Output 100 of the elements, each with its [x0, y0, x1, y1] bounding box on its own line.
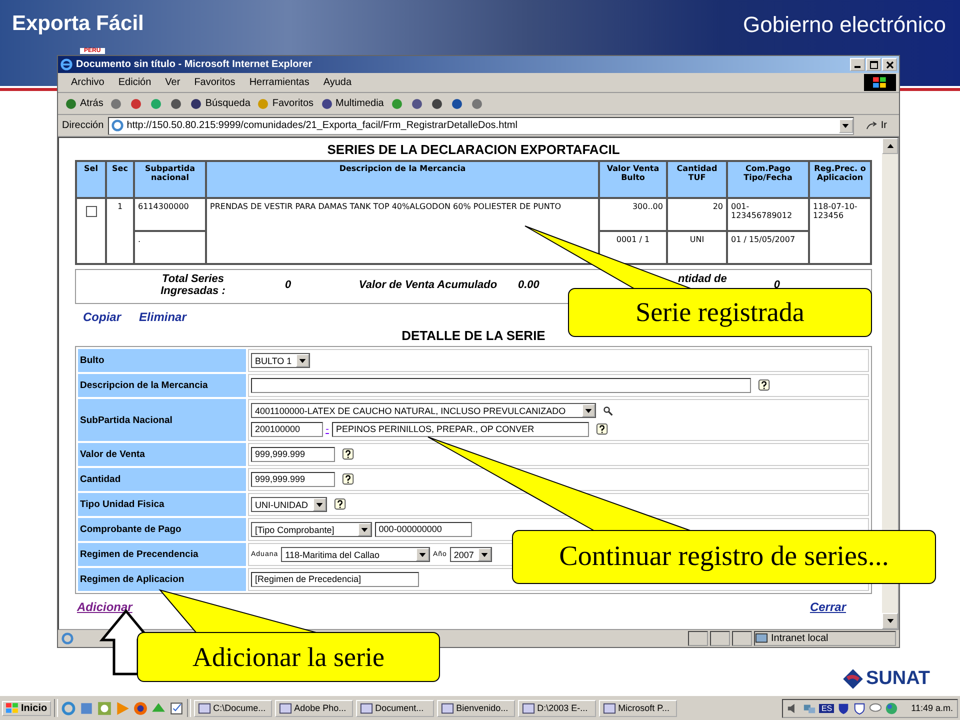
help-icon[interactable] [342, 473, 356, 486]
callout: Adicionar la serie [137, 632, 440, 682]
toolbar-button[interactable]: Favoritos [256, 96, 314, 110]
toolbar-button[interactable]: Búsqueda [189, 96, 250, 110]
select-field[interactable]: 4001100000-LATEX DE CAUCHO NATURAL, INCLUSO PREVULCANIZADO [251, 403, 596, 418]
taskbar-button[interactable]: C:\Docume... [194, 700, 272, 716]
column-header: Valor Venta Bulto [600, 162, 666, 197]
select-field[interactable]: UNI-UNIDAD [251, 497, 327, 512]
table-cell: 01 / 15/05/2007 [728, 232, 808, 263]
column-header: Reg.Prec. o Aplicacion [810, 162, 870, 197]
menu-item[interactable]: Herramientas [242, 77, 316, 88]
maximize-button[interactable] [866, 58, 881, 71]
table-cell: 300..00 [600, 199, 666, 230]
clock: 11:49 a.m. [911, 703, 953, 713]
scroll-down-icon[interactable] [886, 619, 894, 623]
input-field[interactable]: 999,999.999 [251, 447, 336, 462]
browser-icon [60, 58, 73, 71]
input-field[interactable]: 000-000000000 [374, 522, 472, 537]
menu-item[interactable]: Ayuda [316, 77, 359, 88]
quick-launch-icon[interactable] [133, 700, 148, 716]
menu-item[interactable]: Favoritos [187, 77, 242, 88]
taskbar-button[interactable]: Adobe Pho... [275, 700, 354, 716]
total-label: Total Series Ingresadas : [160, 273, 226, 298]
input-field[interactable]: 200100000 [251, 422, 323, 437]
quick-launch-icon[interactable] [169, 700, 184, 716]
minimize-icon [854, 66, 861, 68]
column-header: Cantidad TUF [668, 162, 726, 197]
column-header: Descripcion de la Mercancia [207, 162, 598, 197]
lookup-link[interactable]: - [326, 424, 329, 435]
taskbar-button[interactable]: D:\2003 E-... [518, 700, 596, 716]
table-cell: 1 [107, 199, 133, 263]
field-label: SubPartida Nacional [78, 399, 246, 441]
address-field[interactable]: http://150.50.80.215:9999/comunidades/21_Exporta_facil/Frm_RegistrarDetalleDos.html [108, 116, 854, 134]
total-label: ntidad de [678, 273, 727, 286]
window-icon [198, 702, 212, 714]
start-button[interactable]: Inicio [2, 700, 52, 716]
caret-icon [299, 358, 306, 362]
section-heading: DETALLE DE LA SERIE [400, 328, 546, 343]
select-field[interactable]: 118-Maritima del Callao [281, 547, 430, 562]
table-cell: PRENDAS DE VESTIR PARA DAMAS TANK TOP 40%ALGODON 60% POLIESTER DE PUNTO [207, 199, 598, 263]
table-cell: UNI [668, 232, 726, 263]
chat-bubble-icon[interactable] [869, 702, 882, 714]
field-label: Descripcion de la Mercancia [78, 374, 246, 397]
help-icon[interactable] [596, 423, 610, 436]
callout: Serie registrada [568, 288, 872, 337]
close-button[interactable] [882, 58, 897, 71]
select-field[interactable]: BULTO 1 [251, 353, 310, 368]
column-header: Sel [77, 162, 105, 197]
globe-icon[interactable] [885, 702, 898, 714]
menu-item[interactable]: Ver [158, 77, 188, 88]
computer-icon [755, 632, 768, 645]
table-cell: 20 [668, 199, 726, 230]
window-icon [279, 702, 292, 714]
action-link[interactable]: Adicionar [77, 600, 132, 614]
slide-title: Exporta Fácil [12, 12, 144, 36]
window-title: Documento sin título - Microsoft Internet Explorer [76, 59, 314, 70]
go-button[interactable]: Ir [858, 120, 895, 131]
taskbar-button[interactable]: Microsoft P... [599, 700, 678, 716]
page-icon [110, 119, 124, 132]
input-field[interactable]: [Regimen de Precedencia] [251, 572, 419, 587]
select-field[interactable]: 2007 [450, 547, 492, 562]
shield-icon[interactable] [853, 702, 866, 714]
input-field[interactable] [251, 378, 751, 393]
caret-icon [316, 502, 323, 506]
scroll-up-icon[interactable] [886, 144, 894, 148]
help-icon[interactable] [334, 498, 347, 511]
field-label: Regimen de Precendencia [78, 543, 246, 566]
total-value: 0.00 [518, 278, 540, 291]
toolbar-button[interactable]: Atrás [64, 96, 104, 110]
dropdown-button[interactable] [838, 118, 853, 132]
address-label: Dirección [62, 120, 104, 131]
help-icon[interactable] [342, 448, 356, 461]
language-indicator[interactable]: ES [819, 704, 834, 712]
menu-item[interactable]: Edición [111, 77, 158, 88]
total-value: 0 [772, 278, 781, 291]
select-field[interactable]: [Tipo Comprobante] [251, 522, 372, 537]
taskbar-button[interactable]: Bienvenido... [437, 700, 516, 716]
field-label: Bulto [78, 349, 246, 372]
caret-icon [481, 552, 488, 556]
field-label: Cantidad [78, 468, 246, 491]
window-icon [603, 702, 616, 714]
field-label: Regimen de Aplicacion [78, 568, 246, 591]
menu-item[interactable]: Archivo [64, 77, 112, 88]
caret-icon [584, 408, 592, 412]
shield-icon[interactable] [837, 702, 850, 714]
input-field[interactable]: 999,999.999 [251, 472, 336, 487]
table-cell: 001-123456789012 [728, 199, 808, 230]
action-link[interactable]: Copiar [83, 310, 122, 324]
window-icon [441, 702, 454, 714]
toolbar-button[interactable]: Multimedia [320, 96, 384, 110]
taskbar-button[interactable]: Document... [356, 700, 434, 716]
input-field[interactable]: PEPINOS PERINILLOS, PREPAR., OP CONVER [332, 422, 590, 437]
section-heading: SERIES DE LA DECLARACION EXPORTAFACIL [326, 142, 621, 157]
action-link[interactable]: Eliminar [139, 310, 186, 324]
help-icon[interactable] [758, 379, 771, 392]
magnifier-icon[interactable] [602, 406, 613, 416]
action-link[interactable]: Cerrar [810, 600, 846, 614]
minimize-button[interactable] [850, 58, 865, 71]
caret-icon [842, 124, 850, 128]
row-checkbox[interactable] [86, 206, 96, 217]
